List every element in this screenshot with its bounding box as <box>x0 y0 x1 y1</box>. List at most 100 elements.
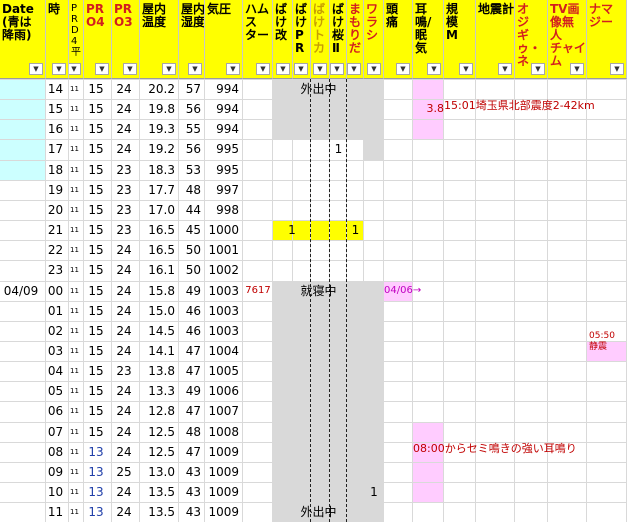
header-label-date: Date (青は 降雨) <box>2 2 34 42</box>
cell-pr04: 15 <box>88 182 104 197</box>
mamori-value: 1 <box>351 223 360 238</box>
header-label-hamster: ハム ス ター <box>245 2 270 42</box>
grid-col-line <box>242 79 243 522</box>
filter-dropdown-bake1[interactable]: ▼ <box>276 63 290 75</box>
header-label-scale: 規 模 M <box>446 2 459 42</box>
quake-note: 15:01埼玉県北部震度2-42km <box>444 99 595 113</box>
filter-dropdown-zutsu[interactable]: ▼ <box>396 63 410 75</box>
cell-press: 1004 <box>208 343 239 358</box>
cell-pr04: 13 <box>88 505 104 520</box>
cell-pr03: 24 <box>116 283 132 298</box>
filter-dropdown-mimi[interactable]: ▼ <box>427 63 441 75</box>
cell-humid: 46 <box>185 323 201 338</box>
cell-pr04: 15 <box>88 223 104 238</box>
cell-pr04: 15 <box>88 364 104 379</box>
cell-humid: 49 <box>185 283 201 298</box>
filter-dropdown-bake2[interactable]: ▼ <box>294 63 308 75</box>
cell-prd: 11 <box>70 367 79 376</box>
cell-hour: 01 <box>47 303 64 318</box>
header-label-zutsu: 頭 痛 <box>386 2 399 29</box>
header-label-prd: P R D 4 平 <box>71 3 81 58</box>
cell-temp: 12.5 <box>148 444 175 459</box>
cell-press: 995 <box>216 162 239 177</box>
cell-humid: 50 <box>185 243 201 258</box>
out-label-2: 外出中 <box>300 505 337 520</box>
cell-press: 1009 <box>208 464 239 479</box>
filter-dropdown-prd[interactable]: ▼ <box>69 63 81 75</box>
filter-dropdown-hamster[interactable]: ▼ <box>256 63 270 75</box>
cell-temp: 19.8 <box>148 102 175 117</box>
cell-pr04: 15 <box>88 243 104 258</box>
cell-hour: 23 <box>47 263 64 278</box>
filter-dropdown-warashi[interactable]: ▼ <box>367 63 381 75</box>
cell-pr04: 15 <box>88 283 104 298</box>
cell-temp: 16.1 <box>148 263 175 278</box>
cell-humid: 48 <box>185 424 201 439</box>
filter-dropdown-date[interactable]: ▼ <box>29 63 43 75</box>
grid-col-line <box>383 79 384 522</box>
cell-temp: 16.5 <box>148 243 175 258</box>
cell-date: 04/09 <box>3 283 39 298</box>
cell-press: 1000 <box>208 223 239 238</box>
cell-hour: 17 <box>47 142 64 157</box>
cell-humid: 48 <box>185 182 201 197</box>
sleep-block <box>273 280 364 503</box>
cell-hour: 16 <box>47 122 64 137</box>
scale-value: 3.8 <box>426 102 445 116</box>
filter-dropdown-humid[interactable]: ▼ <box>188 63 202 75</box>
cell-prd: 11 <box>70 246 79 255</box>
cell-pr04: 15 <box>88 142 104 157</box>
cell-press: 995 <box>216 142 239 157</box>
cell-pr03: 24 <box>116 424 132 439</box>
header-label-mamori: ま も り だ <box>349 2 362 55</box>
cell-pr03: 25 <box>116 464 132 479</box>
cell-hour: 10 <box>47 485 64 499</box>
cell-humid: 56 <box>185 142 201 157</box>
cell-pr04: 15 <box>88 343 104 358</box>
cell-prd: 11 <box>70 145 79 154</box>
cell-pr04: 13 <box>88 444 104 459</box>
cell-prd: 11 <box>70 205 79 214</box>
cell-prd: 11 <box>70 226 79 235</box>
cell-humid: 43 <box>185 485 201 499</box>
column-header-tv: TV画 像無 人 チャイ ム ▼ <box>548 0 587 79</box>
filter-dropdown-scale[interactable]: ▼ <box>459 63 473 75</box>
cell-prd: 11 <box>70 85 79 93</box>
cell-pr04: 15 <box>88 102 104 117</box>
cell-press: 1001 <box>208 243 239 258</box>
filter-dropdown-pr03[interactable]: ▼ <box>123 63 137 75</box>
filter-dropdown-ojigi[interactable]: ▼ <box>531 63 545 75</box>
cell-humid: 57 <box>185 82 201 96</box>
header-label-press: 気圧 <box>207 2 232 16</box>
filter-dropdown-temp[interactable]: ▼ <box>162 63 176 75</box>
cell-hour: 00 <box>47 283 64 298</box>
filter-dropdown-tv[interactable]: ▼ <box>570 63 584 75</box>
filter-dropdown-pr04[interactable]: ▼ <box>95 63 109 75</box>
cell-temp: 13.5 <box>148 485 175 499</box>
cell-prd: 11 <box>70 125 79 134</box>
filter-dropdown-mamori[interactable]: ▼ <box>347 63 361 75</box>
cell-prd: 11 <box>70 488 79 496</box>
cell-hour: 07 <box>47 424 64 439</box>
filter-dropdown-bake3[interactable]: ▼ <box>313 63 327 75</box>
filter-dropdown-bake4[interactable]: ▼ <box>330 63 344 75</box>
cell-prd: 11 <box>70 266 79 275</box>
filter-dropdown-hour[interactable]: ▼ <box>52 63 66 75</box>
filter-dropdown-quake[interactable]: ▼ <box>498 63 512 75</box>
cell-prd: 11 <box>70 286 79 295</box>
filter-dropdown-namaji[interactable]: ▼ <box>610 63 624 75</box>
cell-press: 1008 <box>208 424 239 439</box>
cell-prd: 11 <box>70 346 79 355</box>
cell-pr03: 23 <box>116 364 132 379</box>
header-label-temp: 屋内 温度 <box>142 2 167 29</box>
cell-hour: 05 <box>47 384 64 399</box>
cell-humid: 43 <box>185 505 201 520</box>
cell-hour: 20 <box>47 202 64 217</box>
column-header-warashi: ワ ラ シ ▼ <box>364 0 384 79</box>
cell-pr04: 15 <box>88 202 104 217</box>
cell-temp: 13.5 <box>148 505 175 520</box>
filter-dropdown-press[interactable]: ▼ <box>226 63 240 75</box>
sleep-label: 就寝中 <box>300 283 337 298</box>
cell-humid: 55 <box>185 122 201 137</box>
cell-prd: 11 <box>70 407 79 416</box>
